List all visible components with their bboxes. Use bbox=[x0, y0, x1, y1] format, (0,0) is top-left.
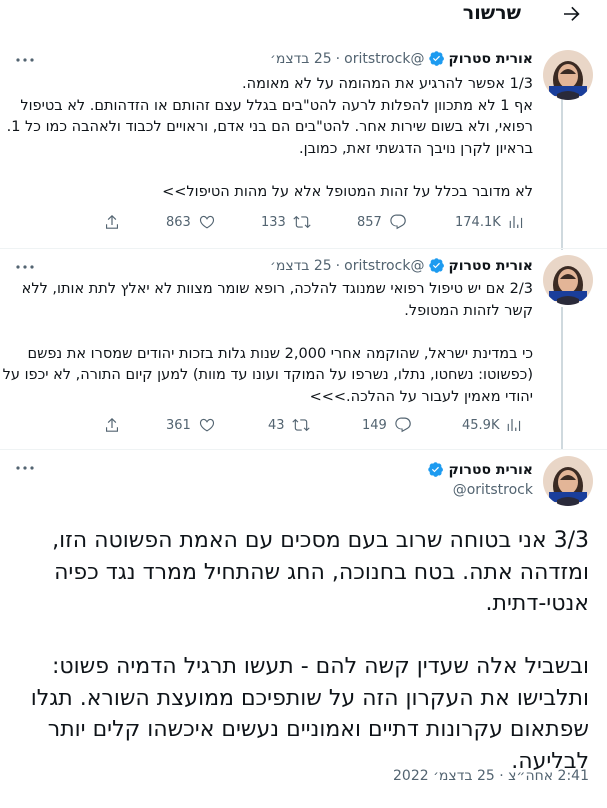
reply-count: 857 bbox=[357, 214, 382, 230]
divider bbox=[0, 449, 607, 450]
back-arrow-icon[interactable] bbox=[560, 2, 584, 26]
author-name-line: אורית סטרוק bbox=[427, 461, 533, 478]
views-icon bbox=[509, 216, 522, 228]
share-icon bbox=[106, 214, 118, 229]
author-handle[interactable]: @oritstrock bbox=[453, 482, 533, 498]
tweet-text: 2/3 אם יש טיפול רפואי שמנוגד להלכה, רופא… bbox=[2, 281, 533, 405]
separator-dot: · bbox=[335, 257, 341, 274]
retweet-icon bbox=[293, 215, 311, 229]
tweet-timestamp[interactable]: 2:41 אחה״צ · 25 בדצמ׳ 2022 bbox=[393, 768, 589, 784]
avatar[interactable] bbox=[543, 50, 593, 100]
like-count: 361 bbox=[166, 417, 191, 433]
retweet-count: 133 bbox=[261, 214, 286, 230]
more-icon[interactable] bbox=[15, 262, 35, 272]
retweet-icon bbox=[291, 418, 310, 432]
verified-badge-icon bbox=[429, 258, 445, 273]
main-tweet-text: 3/3 אני בטוחה שרוב בעם מסכים עם האמת הפש… bbox=[30, 528, 589, 774]
top-bar: שרשור bbox=[0, 0, 607, 31]
author-handle[interactable]: @oritstrock bbox=[344, 258, 424, 274]
tweet-date[interactable]: 25 בדצמ׳ bbox=[270, 51, 332, 67]
views-count: 45.9K bbox=[462, 417, 500, 433]
more-icon[interactable] bbox=[15, 463, 35, 473]
like-icon bbox=[199, 215, 214, 229]
more-icon[interactable] bbox=[15, 55, 35, 65]
avatar[interactable] bbox=[543, 255, 593, 305]
tweet-actions: 361 43 149 45.9K bbox=[0, 416, 607, 438]
views-icon bbox=[508, 419, 521, 431]
author-name[interactable]: אורית סטרוק bbox=[448, 51, 533, 67]
reply-count: 149 bbox=[362, 417, 387, 433]
tweet-actions: 863 133 857 174.1K bbox=[0, 213, 607, 235]
separator-dot: · bbox=[335, 50, 341, 67]
avatar[interactable] bbox=[543, 456, 593, 506]
page-title: שרשור bbox=[462, 2, 521, 24]
views-button[interactable]: 174.1K bbox=[455, 213, 526, 231]
reply-button[interactable]: 857 bbox=[357, 213, 407, 231]
tweet-date[interactable]: 25 בדצמ׳ bbox=[270, 258, 332, 274]
reply-icon bbox=[395, 417, 411, 433]
tweet-meta: אורית סטרוק @oritstrock · 25 בדצמ׳ bbox=[266, 50, 533, 67]
share-button[interactable] bbox=[103, 416, 121, 434]
views-button[interactable]: 45.9K bbox=[462, 416, 524, 434]
like-icon bbox=[199, 418, 214, 432]
reply-button[interactable]: 149 bbox=[362, 416, 412, 434]
views-count: 174.1K bbox=[455, 214, 501, 230]
retweet-button[interactable]: 43 bbox=[268, 416, 310, 434]
like-count: 863 bbox=[166, 214, 191, 230]
author-name[interactable]: אורית סטרוק bbox=[448, 258, 533, 274]
share-icon bbox=[106, 417, 118, 432]
verified-badge-icon bbox=[428, 462, 444, 477]
retweet-button[interactable]: 133 bbox=[261, 213, 311, 231]
tweet-text: 1/3 אפשר להרגיע את המהומה על לא מאומה. א… bbox=[6, 76, 533, 200]
tweet-meta: אורית סטרוק @oritstrock · 25 בדצמ׳ bbox=[266, 257, 533, 274]
author-handle[interactable]: @oritstrock bbox=[344, 51, 424, 67]
tweet-2[interactable]: אורית סטרוק @oritstrock · 25 בדצמ׳ 2/3 א… bbox=[0, 249, 607, 444]
share-button[interactable] bbox=[103, 213, 121, 231]
like-button[interactable]: 361 bbox=[166, 416, 216, 434]
author-name[interactable]: אורית סטרוק bbox=[448, 462, 533, 478]
verified-badge-icon bbox=[429, 51, 445, 66]
like-button[interactable]: 863 bbox=[166, 213, 216, 231]
reply-icon bbox=[390, 214, 406, 230]
retweet-count: 43 bbox=[268, 417, 285, 433]
